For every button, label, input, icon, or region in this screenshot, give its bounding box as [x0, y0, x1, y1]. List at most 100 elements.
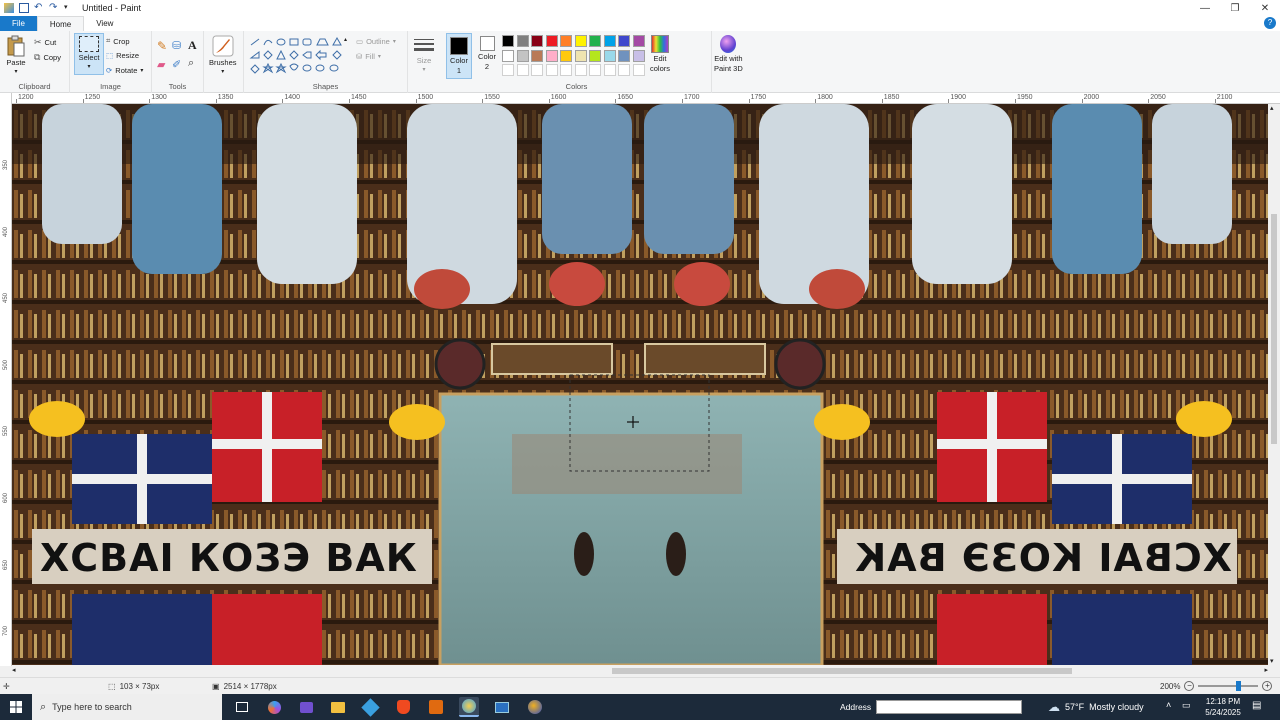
color-picker-icon[interactable]: ✐: [172, 58, 181, 71]
tab-view[interactable]: View: [84, 16, 125, 31]
taskbar-search-box[interactable]: ⌕ Type here to search: [32, 694, 222, 720]
custom-color-slot[interactable]: [531, 64, 543, 76]
palette-swatch[interactable]: [516, 35, 529, 47]
file-explorer-icon[interactable]: [328, 697, 348, 717]
color1-button[interactable]: Color 1: [446, 33, 472, 79]
weather-widget[interactable]: ☁ 57°F Mostly cloudy: [1048, 694, 1144, 720]
search-icon: ⌕: [40, 700, 47, 713]
redo-icon[interactable]: ↷: [49, 3, 59, 13]
edit-colors-button[interactable]: Edit colors: [650, 35, 670, 73]
palette-swatch[interactable]: [603, 35, 616, 47]
minimize-button[interactable]: —: [1190, 0, 1220, 16]
horizontal-scrollbar[interactable]: ◂ ▸: [12, 665, 1268, 677]
palette-swatch[interactable]: [574, 49, 587, 62]
scroll-down-icon[interactable]: ▾: [1270, 657, 1274, 665]
palette-swatch[interactable]: [560, 35, 572, 47]
zoom-slider-thumb[interactable]: [1236, 681, 1242, 691]
custom-color-slot[interactable]: [516, 64, 529, 76]
palette-swatch[interactable]: [603, 49, 616, 62]
crop-button[interactable]: ⌗ Crop: [106, 36, 130, 46]
palette-swatch[interactable]: [531, 35, 543, 47]
resize-button[interactable]: ⬚ Resize: [106, 51, 139, 60]
custom-color-slot[interactable]: [545, 64, 558, 76]
app-icon-window[interactable]: [492, 697, 512, 717]
save-icon[interactable]: [19, 3, 29, 13]
color2-label: Color: [478, 52, 496, 61]
tray-chevron-icon[interactable]: ˄: [1166, 700, 1171, 710]
tab-home[interactable]: Home: [36, 16, 85, 31]
custom-color-slot[interactable]: [502, 64, 514, 76]
magnifier-icon[interactable]: ⌕: [188, 57, 194, 70]
palette-swatch[interactable]: [589, 49, 601, 62]
select-button[interactable]: Select ▾: [74, 33, 104, 75]
custom-color-slot[interactable]: [632, 64, 645, 76]
maximize-button[interactable]: ❐: [1220, 0, 1250, 16]
customize-qa-icon[interactable]: ▾: [64, 3, 74, 13]
brushes-button[interactable]: Brushes ▾: [209, 35, 237, 75]
custom-color-slot[interactable]: [560, 64, 572, 76]
palette-swatch[interactable]: [545, 49, 558, 62]
copilot-icon[interactable]: [264, 697, 284, 717]
address-input[interactable]: [876, 700, 1023, 714]
palette-swatch[interactable]: [560, 49, 572, 62]
palette-swatch[interactable]: [516, 49, 529, 62]
app-icon-sphere[interactable]: [525, 697, 545, 717]
vertical-scrollbar[interactable]: ▴ ▾: [1268, 104, 1280, 665]
zoom-out-icon[interactable]: −: [1184, 681, 1195, 691]
start-button[interactable]: [0, 694, 32, 720]
vertical-scroll-thumb[interactable]: [1271, 214, 1277, 444]
brave-browser-icon[interactable]: [393, 697, 413, 717]
shapes-gallery[interactable]: [248, 36, 348, 76]
palette-swatch[interactable]: [502, 35, 514, 47]
palette-swatch[interactable]: [632, 49, 645, 62]
tab-file[interactable]: File: [0, 16, 37, 31]
horizontal-scroll-thumb[interactable]: [612, 668, 1072, 674]
color2-button[interactable]: Color 2: [476, 36, 498, 71]
help-icon[interactable]: ?: [1264, 17, 1276, 29]
palette-swatch[interactable]: [618, 49, 630, 62]
close-button[interactable]: ✕: [1250, 0, 1280, 16]
app-icon-blue[interactable]: [360, 697, 380, 717]
task-view-icon[interactable]: [232, 697, 252, 717]
custom-color-slot[interactable]: [618, 64, 630, 76]
palette-swatch[interactable]: [531, 49, 543, 62]
outline-button[interactable]: ▭ Outline ▾: [356, 37, 396, 46]
zoom-slider[interactable]: [1198, 681, 1259, 691]
palette-swatch[interactable]: [574, 35, 587, 47]
scroll-right-icon[interactable]: ▸: [1264, 666, 1268, 674]
custom-color-slot[interactable]: [589, 64, 601, 76]
system-clock[interactable]: 12:18 PM 5/24/2025: [1200, 696, 1246, 718]
edit-with-paint3d-button[interactable]: Edit with Paint 3D: [714, 35, 743, 73]
drawing-canvas[interactable]: ХСВАІ КОЗЭ ВАК ХСВАІ КОЗЭ ВАК: [12, 104, 1268, 665]
undo-icon[interactable]: ↶: [34, 3, 44, 13]
shapes-scroll-icon[interactable]: ▴: [344, 36, 347, 43]
app-icon-purple[interactable]: [296, 697, 316, 717]
scroll-left-icon[interactable]: ◂: [12, 666, 16, 674]
app-icon-orange[interactable]: [426, 697, 446, 717]
fill-bucket-icon[interactable]: ⛁: [172, 39, 181, 52]
palette-swatch[interactable]: [502, 49, 514, 62]
paint-taskbar-icon[interactable]: [459, 697, 479, 717]
scroll-up-icon[interactable]: ▴: [1270, 104, 1274, 112]
text-tool-icon[interactable]: A: [188, 38, 197, 53]
shapes-group-label: Shapes: [312, 82, 339, 91]
shapes-group: ▴ ▭ Outline ▾ ⛁ Fill ▾ Shapes: [244, 31, 408, 93]
custom-color-slot[interactable]: [574, 64, 587, 76]
copy-button[interactable]: ⧉ Copy: [34, 52, 61, 63]
rotate-button[interactable]: ⟳ Rotate ▾: [106, 66, 143, 75]
palette-swatch[interactable]: [545, 35, 558, 47]
paste-button[interactable]: Paste ▾: [6, 35, 26, 75]
paste-dropdown-icon[interactable]: ▾: [14, 68, 17, 75]
zoom-in-icon[interactable]: +: [1262, 681, 1273, 691]
palette-swatch[interactable]: [589, 35, 601, 47]
size-button[interactable]: Size ▾: [413, 37, 435, 73]
eraser-icon[interactable]: ▰: [157, 58, 165, 71]
palette-swatch[interactable]: [618, 35, 630, 47]
cut-button[interactable]: ✂ Cut: [34, 37, 56, 48]
network-icon[interactable]: ▭: [1182, 700, 1191, 711]
fill-button[interactable]: ⛁ Fill ▾: [356, 52, 381, 61]
notification-icon[interactable]: ▤: [1252, 700, 1261, 711]
custom-color-slot[interactable]: [603, 64, 616, 76]
pencil-icon[interactable]: ✎: [157, 39, 167, 53]
palette-swatch[interactable]: [632, 35, 645, 47]
